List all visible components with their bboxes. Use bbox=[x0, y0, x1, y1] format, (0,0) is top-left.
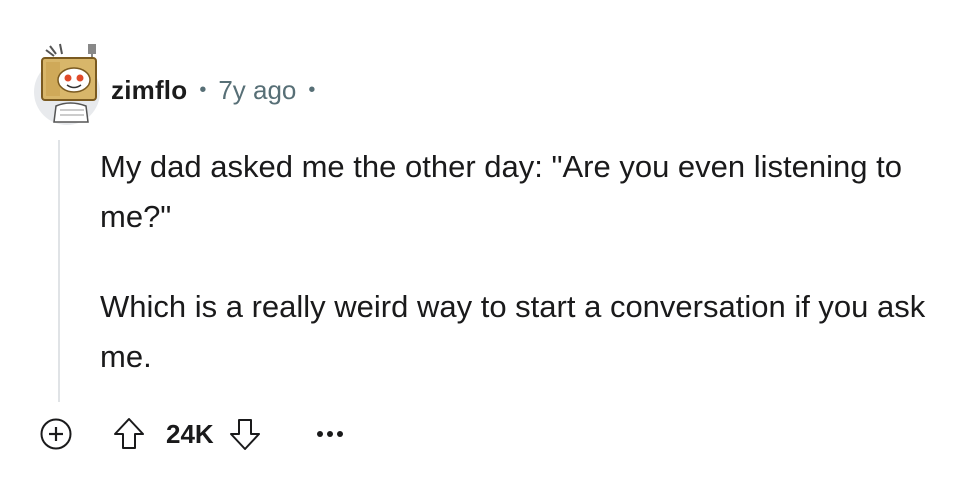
snoo-avatar-icon bbox=[34, 43, 100, 125]
upvote-arrow-icon bbox=[114, 418, 144, 449]
avatar[interactable] bbox=[34, 40, 104, 125]
plus-circle-icon bbox=[40, 418, 72, 450]
comment-body: My dad asked me the other day: "Are you … bbox=[100, 142, 950, 422]
more-options-button[interactable] bbox=[310, 416, 350, 452]
comment-paragraph: My dad asked me the other day: "Are you … bbox=[100, 149, 902, 234]
thread-line[interactable] bbox=[58, 140, 60, 402]
comment-actions: 24K bbox=[38, 412, 350, 456]
username-link[interactable]: zimflo bbox=[111, 75, 187, 106]
upvote-button[interactable] bbox=[110, 415, 148, 453]
separator-dot: • bbox=[199, 78, 207, 101]
vote-controls: 24K bbox=[110, 415, 264, 453]
separator-dot-trailing: • bbox=[308, 78, 316, 101]
comment: zimflo • 7y ago • My dad asked me the ot… bbox=[0, 0, 978, 480]
downvote-button[interactable] bbox=[226, 415, 264, 453]
comment-header: zimflo • 7y ago • bbox=[111, 70, 315, 110]
timestamp[interactable]: 7y ago bbox=[218, 75, 296, 106]
comment-paragraph: Which is a really weird way to start a c… bbox=[100, 289, 926, 374]
more-options-icon bbox=[316, 431, 343, 437]
downvote-arrow-icon bbox=[229, 419, 260, 450]
vote-score: 24K bbox=[166, 418, 214, 449]
expand-button[interactable] bbox=[38, 416, 74, 452]
